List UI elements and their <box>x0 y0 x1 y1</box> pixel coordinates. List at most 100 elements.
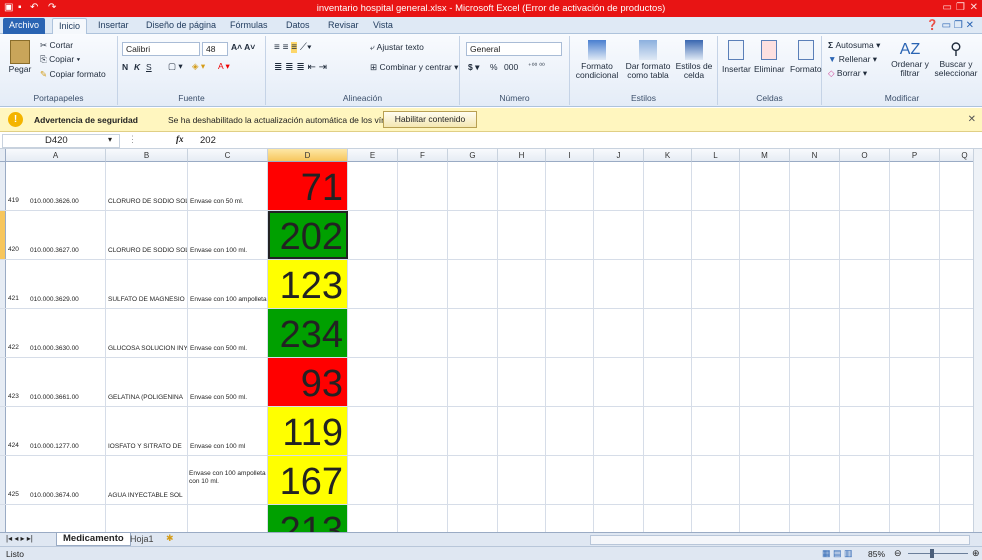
empty-cell[interactable] <box>498 407 546 455</box>
empty-cell[interactable] <box>644 505 692 532</box>
column-header-j[interactable]: J <box>594 149 644 162</box>
empty-cell[interactable] <box>594 211 644 259</box>
column-header-g[interactable]: G <box>448 149 498 162</box>
horizontal-scrollbar[interactable] <box>590 535 970 545</box>
empty-cell[interactable] <box>740 407 790 455</box>
column-header-b[interactable]: B <box>106 149 188 162</box>
cell-quantity[interactable]: 213 <box>268 505 348 532</box>
empty-cell[interactable] <box>498 456 546 504</box>
empty-cell[interactable] <box>840 260 890 308</box>
tab-inicio[interactable]: Inicio <box>52 18 88 34</box>
cell-description[interactable]: CLORURO DE SODIO SOL <box>106 162 188 210</box>
bold-button[interactable]: N <box>122 62 128 72</box>
help-icon[interactable]: ❓ ▭ ❐ ✕ <box>926 20 974 31</box>
cell-description[interactable] <box>106 505 188 532</box>
empty-cell[interactable] <box>740 456 790 504</box>
empty-cell[interactable] <box>740 309 790 357</box>
empty-cell[interactable] <box>790 211 840 259</box>
empty-cell[interactable] <box>790 309 840 357</box>
copy-button[interactable]: ⎘ Copiar ▾ <box>40 54 80 65</box>
cell-code[interactable]: 010.000.3626.00 <box>6 162 106 210</box>
tab-revisar[interactable]: Revisar <box>322 18 365 34</box>
column-header-o[interactable]: O <box>840 149 890 162</box>
tab-vista[interactable]: Vista <box>367 18 399 34</box>
empty-cell[interactable] <box>890 358 940 406</box>
empty-cell[interactable] <box>398 456 448 504</box>
empty-cell[interactable] <box>740 211 790 259</box>
cell-description[interactable]: CLORURO DE SODIO SOL <box>106 211 188 259</box>
number-format-select[interactable]: General <box>466 42 562 56</box>
empty-cell[interactable] <box>840 162 890 210</box>
empty-cell[interactable] <box>498 211 546 259</box>
cell-description[interactable]: SULFATO DE MAGNESIO <box>106 260 188 308</box>
empty-cell[interactable] <box>790 505 840 532</box>
empty-cell[interactable] <box>348 456 398 504</box>
column-header-l[interactable]: L <box>692 149 740 162</box>
grow-font-icon[interactable]: A˄ A˅ <box>231 42 255 52</box>
empty-cell[interactable] <box>348 211 398 259</box>
cell-presentation[interactable]: Envase con 100 ml <box>188 407 268 455</box>
cell-quantity[interactable]: 202 <box>268 211 348 259</box>
empty-cell[interactable] <box>546 358 594 406</box>
zoom-slider[interactable] <box>908 553 968 554</box>
cell-presentation[interactable]: Envase con 100 ampolleta con 10 ml. <box>188 456 268 504</box>
empty-cell[interactable] <box>594 505 644 532</box>
thousands-button[interactable]: 000 <box>504 62 518 72</box>
tab-insertar[interactable]: Insertar <box>92 18 135 34</box>
empty-cell[interactable] <box>348 260 398 308</box>
empty-cell[interactable] <box>546 407 594 455</box>
empty-cell[interactable] <box>790 358 840 406</box>
empty-cell[interactable] <box>692 505 740 532</box>
empty-cell[interactable] <box>644 162 692 210</box>
delete-cells-button[interactable]: Eliminar <box>754 40 785 74</box>
column-header-d[interactable]: D <box>268 149 348 162</box>
empty-cell[interactable] <box>644 260 692 308</box>
percent-button[interactable]: % <box>490 62 498 72</box>
underline-button[interactable]: S <box>146 62 152 72</box>
empty-cell[interactable] <box>840 407 890 455</box>
cell-code[interactable] <box>6 505 106 532</box>
empty-cell[interactable] <box>692 358 740 406</box>
cell-description[interactable]: AGUA INYECTABLE SOL <box>106 456 188 504</box>
empty-cell[interactable] <box>348 358 398 406</box>
empty-cell[interactable] <box>448 505 498 532</box>
empty-cell[interactable] <box>546 456 594 504</box>
clear-button[interactable]: ◇ Borrar ▾ <box>828 68 867 79</box>
empty-cell[interactable] <box>692 162 740 210</box>
empty-cell[interactable] <box>890 260 940 308</box>
cell-styles-button[interactable]: Estilos de celda <box>674 40 714 80</box>
vertical-scrollbar[interactable] <box>973 149 982 532</box>
empty-cell[interactable] <box>692 309 740 357</box>
cell-presentation[interactable] <box>188 505 268 532</box>
insert-cells-button[interactable]: Insertar <box>722 40 751 74</box>
empty-cell[interactable] <box>498 505 546 532</box>
fill-button[interactable]: ▼ Rellenar ▾ <box>828 54 877 65</box>
cell-code[interactable]: 010.000.3627.00 <box>6 211 106 259</box>
column-header-m[interactable]: M <box>740 149 790 162</box>
tab-datos[interactable]: Datos <box>280 18 316 34</box>
empty-cell[interactable] <box>398 358 448 406</box>
new-sheet-icon[interactable]: ✱ <box>166 533 174 544</box>
empty-cell[interactable] <box>448 456 498 504</box>
italic-button[interactable]: K <box>134 62 140 72</box>
view-normal-icon[interactable]: ▦ ▤ ▥ <box>822 548 853 559</box>
empty-cell[interactable] <box>840 358 890 406</box>
empty-cell[interactable] <box>692 260 740 308</box>
conditional-format-button[interactable]: Formato condicional <box>572 40 622 80</box>
paste-button[interactable]: Pegar <box>6 40 34 74</box>
empty-cell[interactable] <box>448 162 498 210</box>
cell-quantity[interactable]: 71 <box>268 162 348 210</box>
cell-quantity[interactable]: 93 <box>268 358 348 406</box>
find-select-button[interactable]: ⚲ Buscar y seleccionar <box>932 40 980 78</box>
empty-cell[interactable] <box>546 211 594 259</box>
column-header-i[interactable]: I <box>546 149 594 162</box>
column-header-c[interactable]: C <box>188 149 268 162</box>
empty-cell[interactable] <box>594 260 644 308</box>
empty-cell[interactable] <box>594 309 644 357</box>
merge-center-button[interactable]: ⊞ Combinar y centrar ▾ <box>370 62 458 73</box>
empty-cell[interactable] <box>398 407 448 455</box>
zoom-level[interactable]: 85% <box>868 549 885 559</box>
tab-diseno[interactable]: Diseño de página <box>140 18 222 34</box>
empty-cell[interactable] <box>740 358 790 406</box>
format-cells-button[interactable]: Formato <box>790 40 822 74</box>
